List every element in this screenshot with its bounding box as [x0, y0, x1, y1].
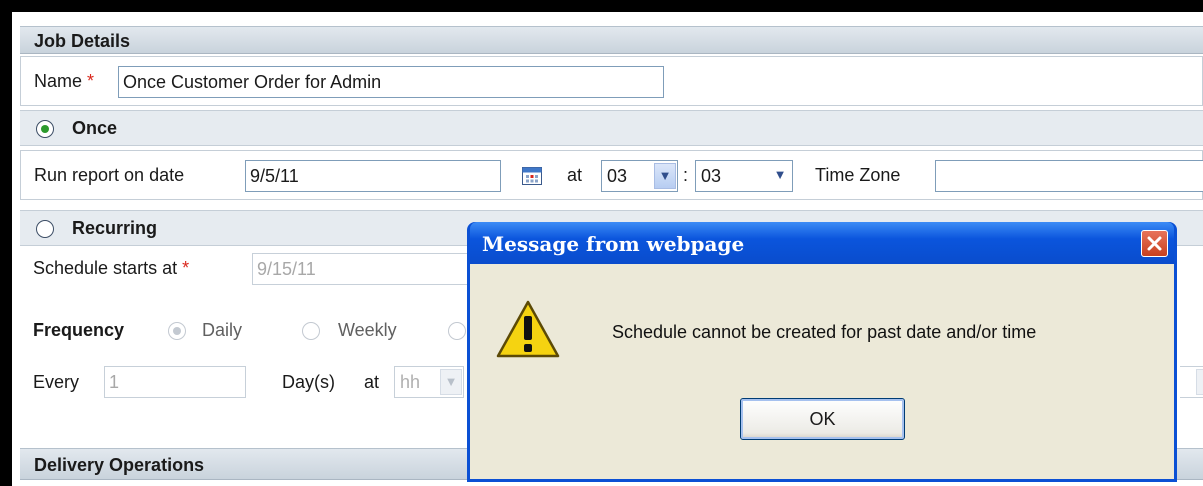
hour-value: 03 — [607, 166, 628, 186]
weekly-radio[interactable] — [302, 322, 320, 340]
every-input[interactable]: 1 — [104, 366, 246, 398]
days-label: Day(s) — [282, 372, 335, 392]
dialog-body: Schedule cannot be created for past date… — [470, 264, 1174, 479]
minute-select[interactable]: 03 ▼ — [695, 160, 793, 192]
close-icon — [1147, 236, 1162, 251]
once-row: Run report on date 9/5/11 at 03 ▼ : 03 ▼… — [20, 150, 1203, 200]
calendar-icon[interactable] — [522, 167, 542, 190]
dialog-titlebar[interactable]: Message from webpage — [470, 222, 1174, 264]
job-name-input[interactable]: Once Customer Order for Admin — [118, 66, 664, 98]
run-date-input[interactable]: 9/5/11 — [245, 160, 501, 192]
dialog-title: Message from webpage — [482, 232, 745, 256]
chevron-down-icon: ▼ — [773, 167, 787, 182]
job-details-header: Job Details — [20, 26, 1203, 54]
dialog-message: Schedule cannot be created for past date… — [612, 322, 1037, 342]
once-radio[interactable] — [36, 120, 54, 138]
job-details-title: Job Details — [34, 31, 131, 51]
recurring-at-label: at — [364, 372, 380, 392]
chevron-down-icon: ▼ — [1196, 369, 1203, 395]
delivery-operations-title: Delivery Operations — [34, 455, 205, 475]
recurring-label: Recurring — [72, 218, 158, 238]
daily-label: Daily — [202, 320, 243, 340]
once-label: Once — [72, 118, 118, 138]
run-date-label: Run report on date — [34, 165, 185, 185]
recurring-extra-select[interactable]: ▼ — [1180, 366, 1203, 398]
chevron-down-icon: ▼ — [440, 369, 462, 395]
recurring-radio[interactable] — [36, 220, 54, 238]
chevron-down-icon: ▼ — [654, 163, 676, 189]
every-label: Every — [33, 372, 80, 392]
daily-radio[interactable] — [168, 322, 186, 340]
schedule-starts-input[interactable]: 9/15/11 — [252, 253, 492, 285]
schedule-starts-label: Schedule starts at * — [33, 258, 190, 278]
timezone-label: Time Zone — [815, 165, 901, 185]
recurring-hour-value: hh — [400, 372, 421, 392]
weekly-label: Weekly — [338, 320, 397, 340]
warning-icon — [496, 300, 560, 365]
timezone-input[interactable] — [935, 160, 1203, 192]
recurring-hour-select[interactable]: hh ▼ — [394, 366, 464, 398]
name-label: Name * — [34, 71, 95, 91]
ok-button[interactable]: OK — [740, 398, 905, 440]
hour-select[interactable]: 03 ▼ — [601, 160, 678, 192]
once-header: Once — [20, 110, 1203, 146]
frequency-label: Frequency — [33, 320, 125, 340]
monthly-radio[interactable] — [448, 322, 466, 340]
required-asterisk: * — [87, 71, 95, 91]
name-row: Name * Once Customer Order for Admin — [20, 56, 1203, 106]
message-dialog: Message from webpage Schedule cannot be … — [467, 222, 1177, 482]
at-label: at — [567, 165, 583, 185]
close-button[interactable] — [1141, 230, 1168, 257]
time-separator: : — [683, 165, 689, 185]
minute-value: 03 — [701, 166, 722, 186]
